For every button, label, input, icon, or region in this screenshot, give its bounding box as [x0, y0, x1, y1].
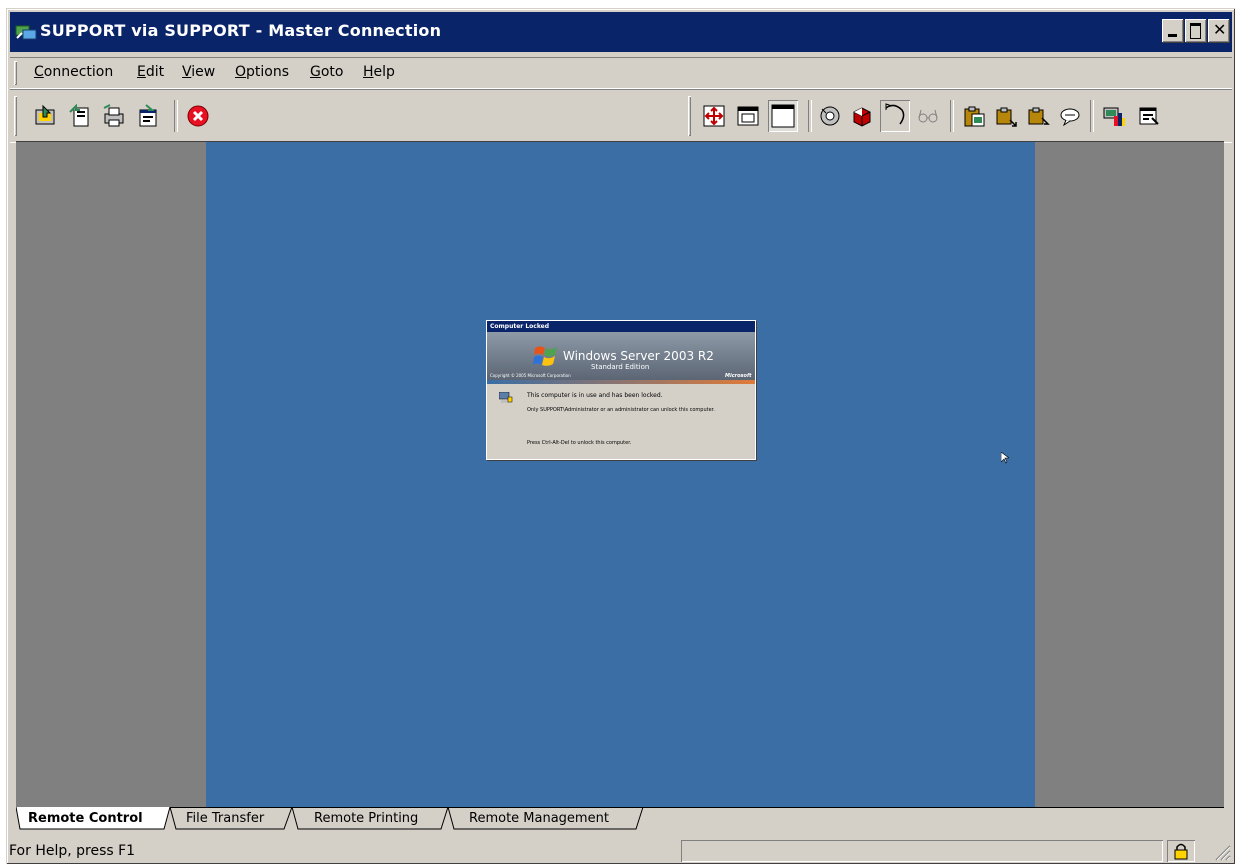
- clipboard-send-icon[interactable]: [994, 104, 1018, 128]
- status-bar: For Help, press F1: [7, 837, 1235, 864]
- minimize-icon: [1168, 34, 1177, 37]
- system-info-icon[interactable]: [1102, 104, 1126, 128]
- microsoft-brand: Microsoft: [725, 373, 752, 379]
- watch-mode-icon[interactable]: [880, 100, 910, 132]
- menu-options-label: ptions: [246, 64, 290, 80]
- menu-view[interactable]: View: [182, 64, 215, 80]
- tab-remote-control[interactable]: Remote Control: [28, 808, 143, 830]
- mouse-pointer-icon: [1000, 451, 1010, 468]
- status-pane: [681, 840, 1163, 862]
- windows-edition: Standard Edition: [591, 363, 650, 371]
- settings-icon[interactable]: [1136, 104, 1160, 128]
- toolbar-grip[interactable]: [14, 96, 17, 136]
- toolbar-separator: [1090, 100, 1094, 132]
- tab-file-transfer[interactable]: File Transfer: [186, 808, 264, 830]
- title-bar[interactable]: SUPPORT via SUPPORT - Master Connection …: [10, 12, 1232, 52]
- lock-icon: [1173, 842, 1189, 864]
- menu-edit[interactable]: Edit: [137, 64, 164, 80]
- windows-banner: Windows Server 2003 R2 Standard Edition …: [487, 332, 755, 380]
- tab-remote-management[interactable]: Remote Management: [469, 808, 609, 830]
- menu-view-label: iew: [191, 64, 216, 80]
- window-title: SUPPORT via SUPPORT - Master Connection: [40, 21, 442, 40]
- tab-remote-printing[interactable]: Remote Printing: [314, 808, 418, 830]
- menu-connection-label: onnection: [43, 64, 114, 80]
- application-window: SUPPORT via SUPPORT - Master Connection …: [6, 8, 1235, 864]
- refresh-icon[interactable]: [818, 104, 842, 128]
- menu-connection[interactable]: Connection: [34, 64, 113, 80]
- maximize-icon: [1190, 23, 1201, 39]
- close-icon: ✕: [1213, 20, 1227, 39]
- tab-strip: Remote Control File Transfer Remote Prin…: [16, 807, 1224, 834]
- status-lock-pane: [1167, 840, 1195, 862]
- toolbar: [10, 89, 1232, 143]
- menu-help-label: elp: [373, 64, 395, 80]
- close-button[interactable]: ✕: [1208, 19, 1230, 43]
- menu-grip[interactable]: [14, 61, 17, 85]
- toolbar-separator: [174, 100, 178, 132]
- chat-icon[interactable]: [1058, 104, 1082, 128]
- lock-dialog[interactable]: Computer Locked Windows Server 2003 R2 S…: [486, 320, 756, 460]
- transfer-icon[interactable]: [68, 103, 92, 128]
- remote-viewport[interactable]: Computer Locked Windows Server 2003 R2 S…: [16, 141, 1224, 808]
- windows-product-name: Windows Server 2003 R2: [563, 349, 714, 363]
- windows-logo-icon: [533, 344, 559, 372]
- full-screen-icon[interactable]: [702, 104, 726, 128]
- scale-icon[interactable]: [768, 100, 798, 132]
- minimize-button[interactable]: [1162, 19, 1184, 43]
- toolbar-separator: [950, 100, 954, 132]
- window-icon[interactable]: [736, 104, 760, 128]
- menu-bar: Connection Edit View Options Goto Help: [10, 57, 1232, 89]
- lock-dialog-title: Computer Locked: [487, 321, 755, 332]
- status-help-text: For Help, press F1: [9, 843, 136, 859]
- computer-lock-icon: [498, 391, 513, 408]
- toolbar-separator: [808, 100, 812, 132]
- clipboard-icon[interactable]: [962, 104, 986, 128]
- properties-icon[interactable]: [136, 104, 160, 128]
- lock-detail: Only SUPPORT\Administrator or an adminis…: [527, 407, 715, 413]
- record-icon[interactable]: [850, 104, 874, 128]
- connect-icon[interactable]: [34, 104, 58, 128]
- glasses-icon[interactable]: [916, 104, 940, 128]
- menu-help[interactable]: Help: [363, 64, 395, 80]
- menu-options[interactable]: Options: [235, 64, 289, 80]
- banner-stripe: [487, 380, 755, 384]
- clipboard-get-icon[interactable]: [1026, 104, 1050, 128]
- resize-grip-icon[interactable]: [1213, 843, 1231, 864]
- menu-edit-label: dit: [145, 64, 165, 80]
- lock-instruction: Press Ctrl-Alt-Del to unlock this comput…: [527, 440, 632, 446]
- lock-message: This computer is in use and has been loc…: [527, 392, 663, 399]
- app-icon[interactable]: [14, 21, 38, 43]
- maximize-button[interactable]: [1185, 19, 1207, 43]
- menu-goto-label: oto: [320, 64, 344, 80]
- toolbar-grip-right[interactable]: [688, 96, 691, 136]
- stop-icon[interactable]: [186, 104, 210, 128]
- print-icon[interactable]: [102, 104, 126, 128]
- menu-goto[interactable]: Goto: [310, 64, 343, 80]
- copyright-text: Copyright © 2005 Microsoft Corporation: [490, 373, 571, 378]
- remote-desktop[interactable]: Computer Locked Windows Server 2003 R2 S…: [206, 142, 1035, 808]
